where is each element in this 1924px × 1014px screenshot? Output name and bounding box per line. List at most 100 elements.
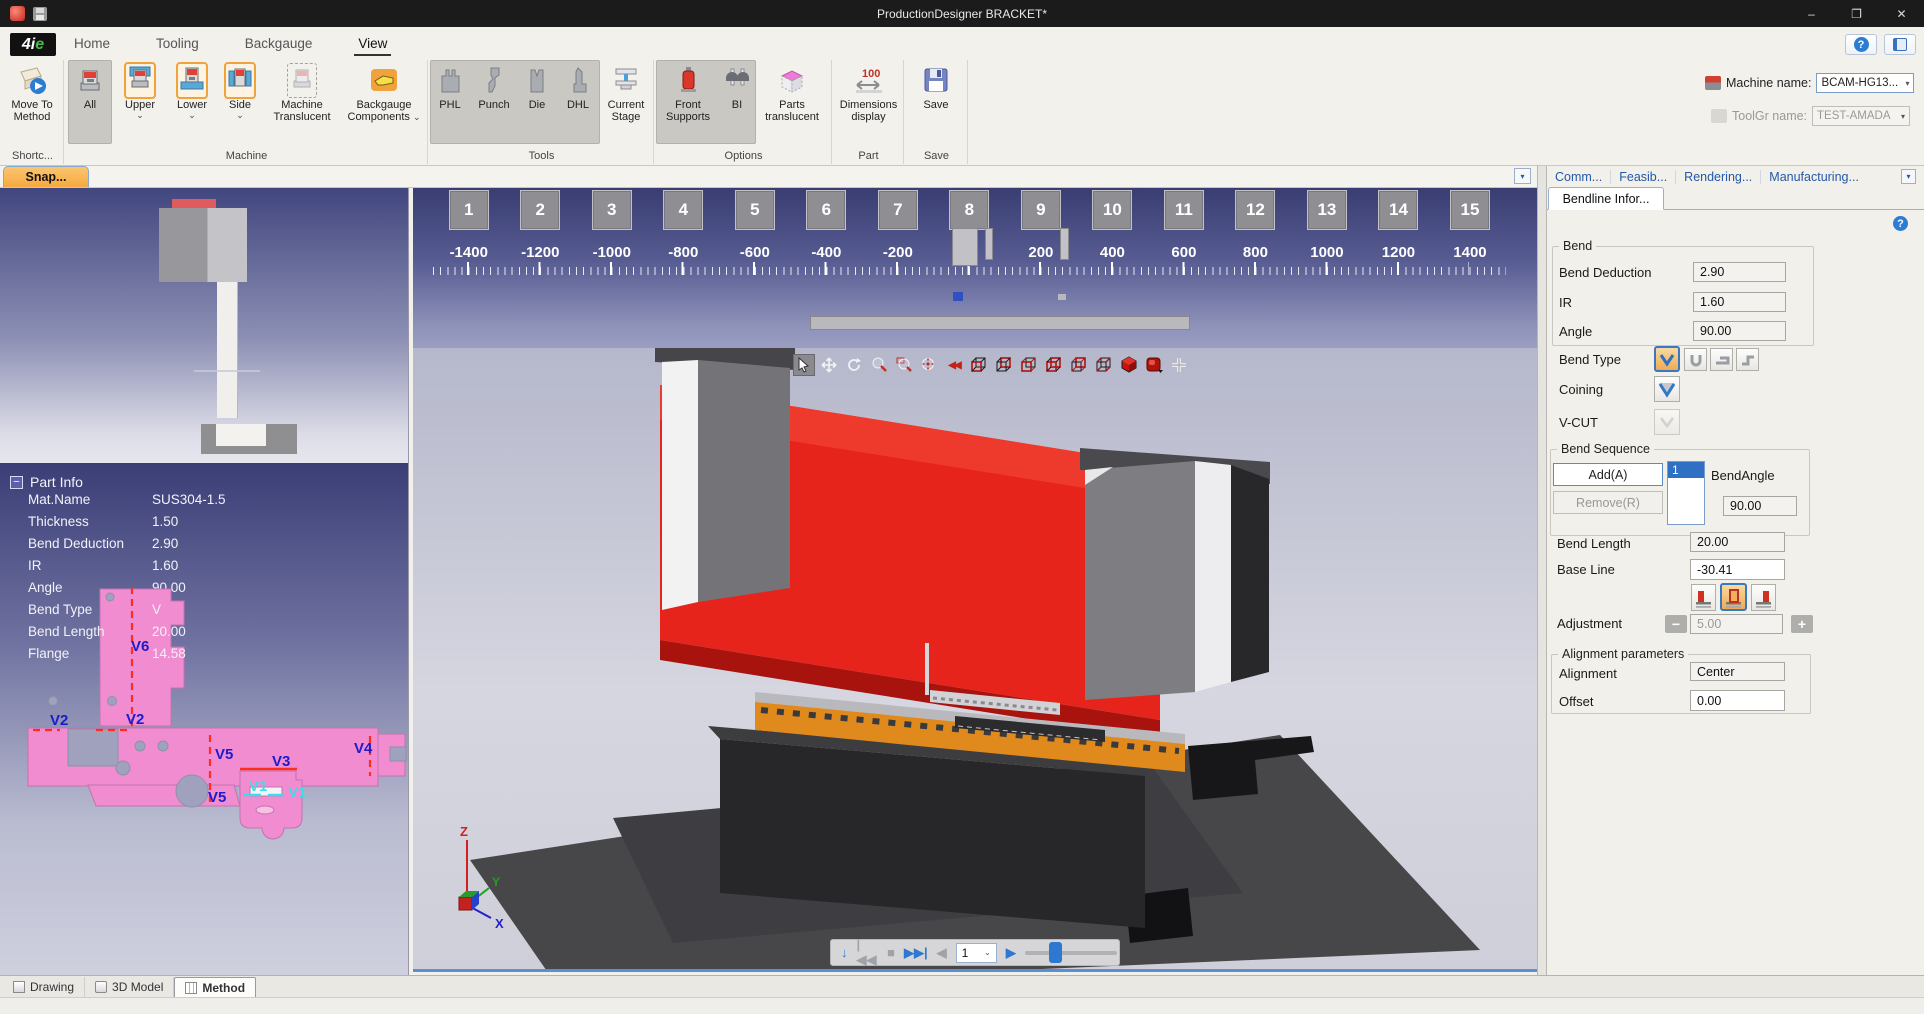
bendline-label-selected[interactable]: V1 (249, 778, 267, 795)
ruler-scrollbar[interactable] (810, 316, 1190, 330)
bend-angle-field[interactable]: 90.00 (1723, 496, 1797, 516)
station-button-6[interactable]: 6 (806, 190, 846, 230)
chevron-down-icon[interactable]: ⌄ (413, 112, 421, 122)
panel-splitter[interactable] (1537, 166, 1547, 975)
parts-translucent-button[interactable]: Parts translucent (754, 60, 830, 144)
bi-button[interactable]: BI (720, 60, 754, 144)
quick-save-icon[interactable] (33, 7, 47, 21)
view-top-button[interactable] (1068, 354, 1090, 376)
add-view-button[interactable] (1168, 354, 1190, 376)
mounted-tool-marker[interactable] (952, 228, 978, 266)
station-button-3[interactable]: 3 (592, 190, 632, 230)
bendline-label[interactable]: V2 (126, 711, 144, 728)
sequence-item[interactable]: 1 (1668, 462, 1704, 478)
bendline-label-selected[interactable]: V1 (288, 784, 306, 801)
view-shaded-button[interactable] (1143, 354, 1165, 376)
view-right-button[interactable] (1043, 354, 1065, 376)
station-button-14[interactable]: 14 (1378, 190, 1418, 230)
station-button-2[interactable]: 2 (520, 190, 560, 230)
frame-select[interactable]: 1⌄ (956, 943, 997, 963)
previous-view-button[interactable]: ◀◀ (943, 354, 965, 376)
station-button-9[interactable]: 9 (1021, 190, 1061, 230)
view-front-button[interactable] (968, 354, 990, 376)
baseline-left-button[interactable] (1691, 584, 1716, 611)
move-to-method-button[interactable]: Move To Method (2, 60, 62, 144)
bendline-label[interactable]: V2 (50, 712, 68, 729)
chevron-down-icon[interactable]: ⌄ (188, 111, 196, 119)
collapse-icon[interactable]: − (10, 476, 23, 489)
tab-overflow-button[interactable]: ▾ (1901, 169, 1916, 184)
chevron-down-icon[interactable]: ⌄ (136, 111, 144, 119)
stop-button[interactable]: ■ (887, 945, 895, 960)
chevron-down-icon[interactable]: ⌄ (236, 111, 244, 119)
dimensions-display-button[interactable]: 100 Dimensions display (834, 60, 903, 144)
snap-tab[interactable]: Snap... (3, 166, 89, 187)
bendline-label[interactable]: V5 (208, 789, 226, 806)
machine-name-select[interactable]: BCAM-HG13...▾ (1816, 73, 1914, 93)
view-bottom-button[interactable] (1093, 354, 1115, 376)
rotate-tool-button[interactable] (843, 354, 865, 376)
slider-thumb[interactable] (1049, 942, 1062, 963)
bendline-label[interactable]: V5 (215, 746, 233, 763)
step-back-button[interactable]: ◀ (937, 945, 947, 961)
minimize-button[interactable]: – (1789, 0, 1834, 27)
bend-length-field[interactable]: 20.00 (1690, 532, 1785, 552)
skip-to-start-button[interactable]: |◀◀ (857, 937, 879, 968)
station-button-4[interactable]: 4 (663, 190, 703, 230)
play-button[interactable]: ▶ (1006, 945, 1016, 961)
station-button-7[interactable]: 7 (878, 190, 918, 230)
die-button[interactable]: Die (518, 60, 556, 144)
bendline-label[interactable]: V3 (272, 753, 290, 770)
view-left-button[interactable] (1018, 354, 1040, 376)
station-button-12[interactable]: 12 (1235, 190, 1275, 230)
tab-manufacturing[interactable]: Manufacturing... (1761, 170, 1867, 184)
select-tool-button[interactable] (793, 354, 815, 376)
panel-help-button[interactable]: ? (1893, 216, 1908, 231)
zoom-fit-button[interactable] (918, 354, 940, 376)
bend-type-u-button[interactable] (1684, 348, 1707, 371)
front-supports-button[interactable]: Front Supports (656, 60, 720, 144)
tab-feasibility[interactable]: Feasib... (1611, 170, 1676, 184)
backgauge-components-button[interactable]: Backgauge Components ⌄ (342, 60, 426, 144)
snap-dropdown-button[interactable]: ▾ (1514, 168, 1531, 184)
base-line-field[interactable]: -30.41 (1690, 559, 1785, 580)
machine-translucent-button[interactable]: Machine Translucent (262, 60, 342, 144)
station-button-8[interactable]: 8 (949, 190, 989, 230)
tool-preview-pane[interactable] (0, 188, 409, 463)
help-button[interactable]: ? (1845, 34, 1877, 55)
tab-rendering[interactable]: Rendering... (1676, 170, 1761, 184)
baseline-center-button[interactable] (1720, 583, 1747, 611)
flat-pattern-view[interactable]: V6 V2 V2 V5 V5 V3 V4 V1 V1 (0, 583, 409, 975)
tab-command[interactable]: Comm... (1547, 170, 1611, 184)
zoom-tool-button[interactable] (868, 354, 890, 376)
bend-type-v-button[interactable] (1654, 346, 1680, 372)
punch-button[interactable]: Punch (470, 60, 518, 144)
bend-type-hem-button[interactable] (1710, 348, 1733, 371)
ir-field[interactable]: 1.60 (1693, 292, 1786, 312)
side-button[interactable]: Side ⌄ (218, 60, 262, 144)
station-button-1[interactable]: 1 (449, 190, 489, 230)
sequence-list[interactable]: 1 (1667, 461, 1705, 525)
station-button-15[interactable]: 15 (1450, 190, 1490, 230)
adjustment-plus-button[interactable]: + (1791, 615, 1813, 633)
manual-button[interactable] (1884, 34, 1916, 55)
mounted-tool-marker[interactable] (1060, 228, 1069, 260)
station-button-13[interactable]: 13 (1307, 190, 1347, 230)
save-button[interactable]: Save (906, 60, 966, 144)
lower-button[interactable]: Lower ⌄ (166, 60, 218, 144)
tab-3d-model[interactable]: 3D Model (85, 977, 174, 997)
tab-tooling[interactable]: Tooling (152, 33, 203, 56)
mounted-tool-marker[interactable] (985, 228, 993, 260)
alignment-field[interactable]: Center (1690, 662, 1785, 681)
tab-bendline-information[interactable]: Bendline Infor... (1548, 187, 1664, 210)
close-button[interactable]: ✕ (1879, 0, 1924, 27)
add-button[interactable]: Add(A) (1553, 463, 1663, 486)
angle-field[interactable]: 90.00 (1693, 321, 1786, 341)
station-button-10[interactable]: 10 (1092, 190, 1132, 230)
baseline-right-button[interactable] (1751, 584, 1776, 611)
station-button-5[interactable]: 5 (735, 190, 775, 230)
phl-button[interactable]: PHL (430, 60, 470, 144)
current-stage-button[interactable]: Current Stage (600, 60, 652, 144)
coining-button[interactable] (1654, 376, 1680, 402)
bend-deduction-field[interactable]: 2.90 (1693, 262, 1786, 282)
